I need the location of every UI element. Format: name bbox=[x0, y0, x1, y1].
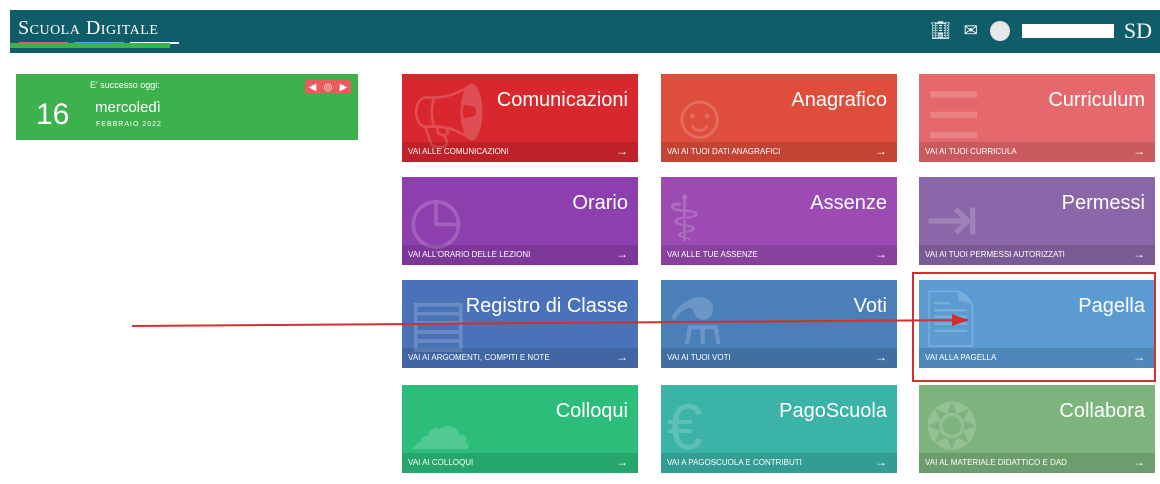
tile-footer-label: VAI ALLE COMUNICAZIONI bbox=[408, 147, 509, 156]
tile-title: Permessi bbox=[1061, 192, 1145, 214]
tile-curriculum[interactable]: ☰ Curriculum VAI AI TUOI CURRICULA → bbox=[919, 74, 1155, 162]
tile-footer-label: VAI AI TUOI VOTI bbox=[667, 353, 731, 362]
tile-footer-link[interactable]: VAI AI TUOI CURRICULA → bbox=[919, 142, 1155, 162]
person-icon: ☺ bbox=[667, 80, 733, 152]
tile-voti[interactable]: ⚗ Voti VAI AI TUOI VOTI → bbox=[661, 280, 897, 368]
tile-anagrafico[interactable]: ☺ Anagrafico VAI AI TUOI DATI ANAGRAFICI → bbox=[661, 74, 897, 162]
arrow-circle-right-icon[interactable]: → bbox=[875, 350, 887, 364]
register-icon: ▤ bbox=[408, 286, 469, 358]
arrow-circle-right-icon[interactable]: → bbox=[875, 144, 887, 158]
arrow-circle-right-icon[interactable]: → bbox=[616, 350, 628, 364]
tile-footer-link[interactable]: VAI A PAGOSCUOLA E CONTRIBUTI → bbox=[661, 453, 897, 473]
arrow-circle-right-icon[interactable]: → bbox=[875, 455, 887, 469]
tile-registro-di-classe[interactable]: ▤ Registro di Classe VAI AI ARGOMENTI, COM… bbox=[402, 280, 638, 368]
today-widget: E' successo oggi: 16 mercoledì FEBBRAIO … bbox=[16, 74, 358, 140]
tile-title: Comunicazioni bbox=[496, 89, 628, 111]
flask-icon: ⚗ bbox=[667, 286, 725, 358]
tile-footer-link[interactable]: VAI ALL'ORARIO DELLE LEZIONI → bbox=[402, 245, 638, 265]
tile-footer-label: VAI AI COLLOQUI bbox=[408, 458, 474, 467]
puzzle-icon: ❂ bbox=[925, 391, 979, 463]
tile-title: Registro di Classe bbox=[465, 295, 628, 317]
tile-permessi[interactable]: ⇥ Permessi VAI AI TUOI PERMESSI AUTORIZZAT… bbox=[919, 177, 1155, 265]
tile-footer-label: VAI AI TUOI DATI ANAGRAFICI bbox=[667, 147, 781, 156]
arrow-circle-right-icon[interactable]: → bbox=[1133, 247, 1145, 261]
chat-icon: ☁ bbox=[408, 391, 472, 463]
arrow-circle-right-icon[interactable]: → bbox=[616, 455, 628, 469]
month-year: FEBBRAIO 2022 bbox=[96, 121, 162, 128]
tile-title: Colloqui bbox=[555, 400, 628, 422]
tile-title: Assenze bbox=[810, 192, 887, 214]
user-name-redacted bbox=[1021, 24, 1114, 38]
top-bar: Scuola Digitale 🏢︎ ✉ SD bbox=[10, 10, 1160, 53]
logo-strip bbox=[10, 43, 170, 48]
tile-title: Collabora bbox=[1059, 400, 1145, 422]
target-icon[interactable]: ◎ bbox=[324, 82, 333, 93]
tile-title: Voti bbox=[853, 295, 887, 317]
tile-footer-label: VAI A PAGOSCUOLA E CONTRIBUTI bbox=[667, 458, 802, 467]
tile-orario[interactable]: ◷ Orario VAI ALL'ORARIO DELLE LEZIONI → bbox=[402, 177, 638, 265]
arrow-circle-right-icon[interactable]: → bbox=[1133, 455, 1145, 469]
tile-footer-link[interactable]: VAI AI ARGOMENTI, COMPITI E NOTE → bbox=[402, 348, 638, 368]
arrow-circle-right-icon[interactable]: → bbox=[616, 144, 628, 158]
tile-title: Orario bbox=[572, 192, 628, 214]
tile-footer-label: VAI ALLE TUE ASSENZE bbox=[667, 250, 758, 259]
tile-footer-link[interactable]: VAI ALLE TUE ASSENZE → bbox=[661, 245, 897, 265]
avatar[interactable] bbox=[989, 21, 1010, 41]
arrow-circle-right-icon[interactable]: → bbox=[875, 247, 887, 261]
building-icon[interactable]: 🏢︎ bbox=[930, 20, 952, 42]
mail-open-icon[interactable]: ✉ bbox=[964, 20, 978, 42]
tile-footer-label: VAI AI TUOI CURRICULA bbox=[925, 147, 1017, 156]
tile-footer-link[interactable]: VAI AI TUOI VOTI → bbox=[661, 348, 897, 368]
tile-collabora[interactable]: ❂ Collabora VAI AL MATERIALE DIDATTICO E D… bbox=[919, 385, 1155, 473]
euro-icon: € bbox=[667, 391, 703, 463]
tile-footer-link[interactable]: VAI AL MATERIALE DIDATTICO E DAD → bbox=[919, 453, 1155, 473]
arrow-circle-right-icon[interactable]: → bbox=[616, 247, 628, 261]
megaphone-icon: 📢︎ bbox=[408, 80, 490, 152]
arrow-circle-right-icon[interactable]: → bbox=[1133, 144, 1145, 158]
tile-footer-link[interactable]: VAI AI TUOI PERMESSI AUTORIZZATI → bbox=[919, 245, 1155, 265]
tile-colloqui[interactable]: ☁ Colloqui VAI AI COLLOQUI → bbox=[402, 385, 638, 473]
tile-title: Curriculum bbox=[1048, 89, 1145, 111]
tile-footer-label: VAI AL MATERIALE DIDATTICO E DAD bbox=[925, 458, 1067, 467]
stethoscope-icon: ⚕ bbox=[667, 183, 702, 255]
tile-assenze[interactable]: ⚕ Assenze VAI ALLE TUE ASSENZE → bbox=[661, 177, 897, 265]
tile-title: Anagrafico bbox=[791, 89, 887, 111]
tile-footer-label: VAI AI TUOI PERMESSI AUTORIZZATI bbox=[925, 250, 1065, 259]
arrow-right-icon[interactable]: ▶ bbox=[340, 82, 348, 93]
tile-title: PagoScuola bbox=[779, 400, 887, 422]
tile-footer-label: VAI AI ARGOMENTI, COMPITI E NOTE bbox=[408, 353, 550, 362]
user-initials[interactable]: SD bbox=[1124, 18, 1152, 44]
tile-footer-link[interactable]: VAI AI TUOI DATI ANAGRAFICI → bbox=[661, 142, 897, 162]
today-caption: E' successo oggi: bbox=[90, 80, 160, 90]
tile-footer-link[interactable]: VAI AI COLLOQUI → bbox=[402, 453, 638, 473]
exit-icon: ⇥ bbox=[925, 183, 979, 255]
tile-comunicazioni[interactable]: 📢︎ Comunicazioni VAI ALLE COMUNICAZIONI → bbox=[402, 74, 638, 162]
tile-footer-label: VAI ALL'ORARIO DELLE LEZIONI bbox=[408, 250, 531, 259]
list-icon: ☰ bbox=[925, 80, 983, 152]
weekday: mercoledì bbox=[95, 99, 161, 116]
tile-pagoscuola[interactable]: € PagoScuola VAI A PAGOSCUOLA E CONTRIBUTI… bbox=[661, 385, 897, 473]
day-number: 16 bbox=[36, 98, 70, 131]
top-bar-actions: 🏢︎ ✉ SD bbox=[930, 18, 1152, 44]
clock-icon: ◷ bbox=[408, 183, 464, 255]
app-logo[interactable]: Scuola Digitale bbox=[18, 17, 158, 40]
annotation-highlight-box bbox=[912, 272, 1156, 382]
arrow-left-icon[interactable]: ◀ bbox=[309, 82, 317, 93]
tile-footer-link[interactable]: VAI ALLE COMUNICAZIONI → bbox=[402, 142, 638, 162]
date-controls: ◀ ◎ ▶ bbox=[305, 80, 351, 94]
